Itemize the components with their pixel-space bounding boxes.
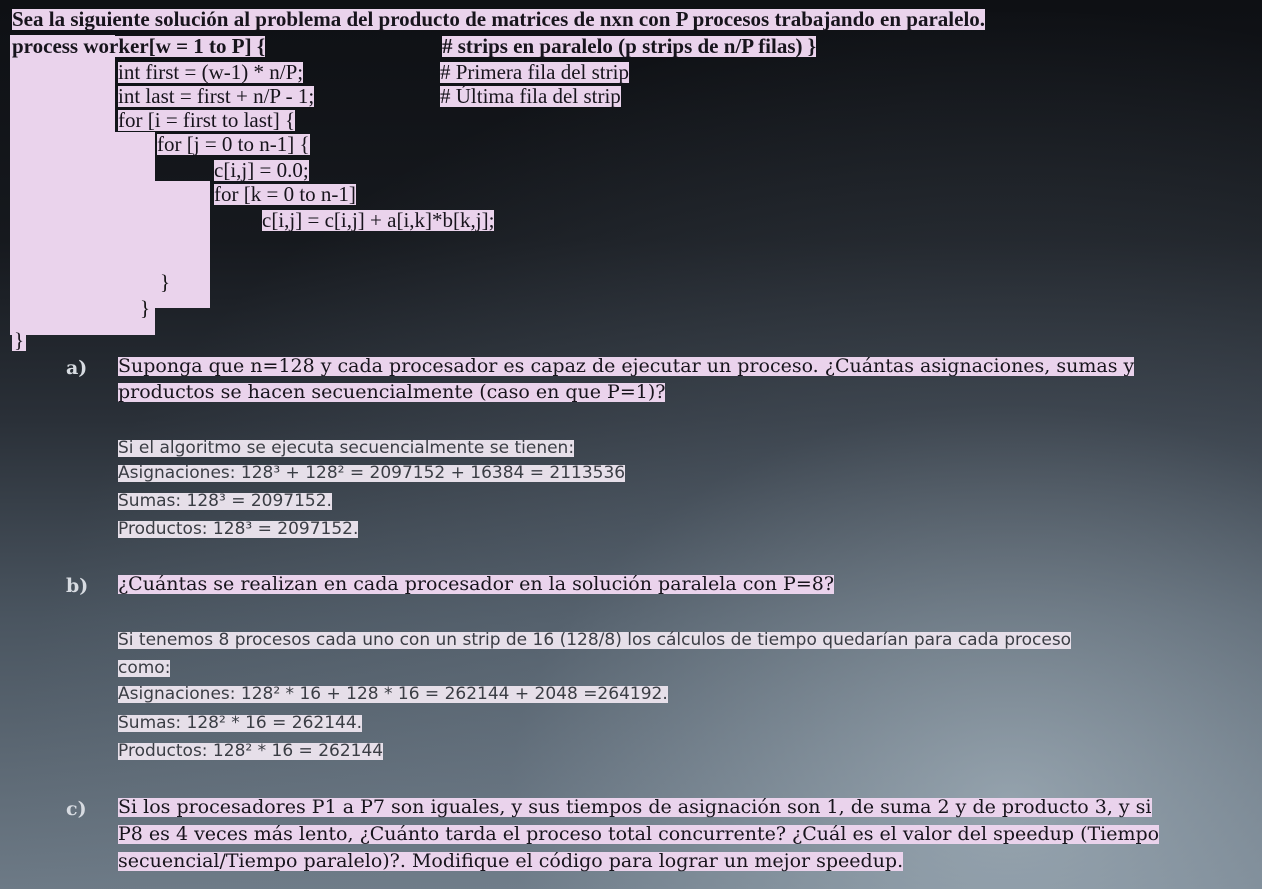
- code-last-line: int last = first + n/P - 1;: [118, 84, 315, 108]
- question-c-line3: secuencial/Tiempo paralelo)?. Modifique …: [118, 850, 904, 872]
- code-first-line: int first = (w-1) * n/P;: [118, 60, 304, 84]
- code-close-inner: }: [160, 270, 171, 294]
- answer-b-line1: Si tenemos 8 procesos cada uno con un st…: [118, 630, 1072, 650]
- answer-b-asignaciones: Asignaciones: 128² * 16 + 128 * 16 = 262…: [118, 684, 668, 704]
- question-c-line2: P8 es 4 veces más lento, ¿Cuánto tarda e…: [118, 823, 1160, 845]
- answer-a-productos: Productos: 128³ = 2097152.: [118, 519, 359, 539]
- answer-a-sumas: Sumas: 128³ = 2097152.: [118, 491, 332, 511]
- question-c-label: c): [66, 798, 87, 820]
- process-header: process worker[w = 1 to P] {: [12, 34, 266, 58]
- question-c-line1: Si los procesadores P1 a P7 son iguales,…: [118, 796, 1152, 818]
- code-init: c[i,j] = 0.0;: [214, 158, 309, 182]
- question-b-label: b): [66, 575, 89, 597]
- code-accumulate: c[i,j] = c[i,j] + a[i,k]*b[k,j];: [262, 208, 495, 232]
- question-a-label: a): [66, 357, 88, 379]
- question-a-line1: Suponga que n=128 y cada procesador es c…: [118, 355, 1135, 377]
- code-close-process: }: [12, 328, 27, 352]
- code-last-comment: # Última fila del strip: [440, 84, 621, 108]
- code-highlight-block: [10, 35, 115, 335]
- code-for-i: for [i = first to last] {: [118, 108, 296, 132]
- process-line: process worker[w = 1 to P] {: [12, 34, 266, 58]
- code-for-k: for [k = 0 to n-1]: [214, 182, 356, 206]
- answer-b-productos: Productos: 128² * 16 = 262144: [118, 741, 384, 761]
- code-close-outer: }: [140, 296, 151, 320]
- answer-a-asignaciones: Asignaciones: 128³ + 128² = 2097152 + 16…: [118, 463, 626, 483]
- code-for-j: for [j = 0 to n-1] {: [157, 132, 310, 156]
- intro-heading: Sea la siguiente solución al problema de…: [12, 7, 986, 31]
- code-first-comment: # Primera fila del strip: [440, 60, 629, 84]
- answer-b-sumas: Sumas: 128² * 16 = 262144.: [118, 713, 363, 733]
- process-comment: # strips en paralelo (p strips de n/P fi…: [442, 34, 817, 58]
- question-a-line2: productos se hacen secuencialmente (caso…: [118, 381, 666, 403]
- answer-b-line2: como:: [118, 658, 171, 678]
- question-b-line1: ¿Cuántas se realizan en cada procesador …: [118, 573, 835, 595]
- answer-a-intro: Si el algoritmo se ejecuta secuencialmen…: [118, 438, 575, 458]
